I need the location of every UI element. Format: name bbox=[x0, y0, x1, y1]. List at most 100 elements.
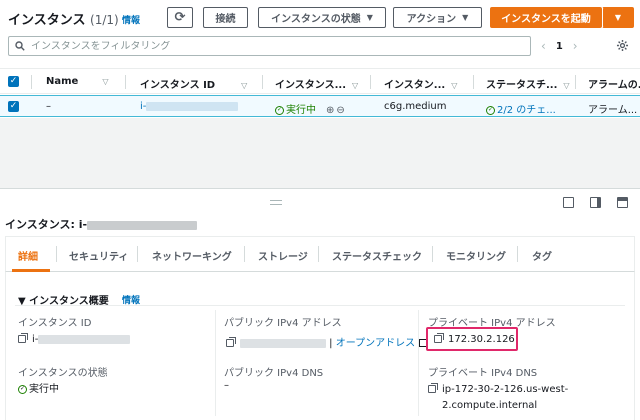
panel-title: インスタンス: i- bbox=[5, 216, 198, 232]
filter-search-box[interactable] bbox=[8, 36, 531, 56]
next-page-button[interactable]: › bbox=[573, 39, 578, 53]
caret-down-icon: ▼ bbox=[614, 13, 622, 22]
page-header: インスタンス (1/1) 情報 ⟳ 接続 インスタンスの状態 ▼ アクション ▼… bbox=[0, 0, 640, 36]
private-ipv4-text: 172.30.2.126 bbox=[448, 334, 515, 345]
sort-icon[interactable]: ▽ bbox=[352, 81, 358, 90]
table-header: ✓ Name ▽ インスタンス ID ▽ インスタンス... ▽ インスタン... ▽ … bbox=[0, 68, 640, 94]
private-dns-line1: ip-172-30-2-126.us-west- bbox=[442, 384, 569, 395]
redacted-value bbox=[38, 334, 131, 344]
tab-divider bbox=[432, 246, 433, 262]
search-icon bbox=[15, 41, 25, 51]
column-header-type[interactable]: インスタン... ▽ bbox=[384, 76, 457, 91]
row-state: ✓ 実行中 ⊕ ⊖ bbox=[275, 101, 345, 116]
tab-storage[interactable]: ストレージ bbox=[258, 248, 308, 263]
check-circle-icon: ✓ bbox=[486, 105, 495, 115]
private-dns-value: ip-172-30-2-126.us-west- bbox=[428, 383, 569, 395]
tab-monitoring[interactable]: モニタリング bbox=[446, 248, 506, 263]
column-divider bbox=[418, 310, 419, 416]
column-divider bbox=[473, 75, 474, 89]
instance-state-value: ✓ 実行中 bbox=[18, 380, 59, 395]
row-instance-type: c6g.medium bbox=[384, 101, 447, 112]
row-instance-id-link[interactable]: i- bbox=[140, 101, 239, 112]
tab-divider bbox=[56, 246, 57, 262]
column-header-instance-id[interactable]: インスタンス ID ▽ bbox=[140, 76, 247, 91]
detail-tabs: 詳細 セキュリティ ネットワーキング ストレージ ステータスチェック モニタリン… bbox=[5, 236, 635, 272]
tab-details[interactable]: 詳細 bbox=[18, 248, 38, 263]
copy-icon[interactable] bbox=[226, 337, 236, 347]
connect-label: 接続 bbox=[215, 14, 236, 25]
launch-instance-dropdown[interactable]: ▼ bbox=[602, 7, 634, 28]
sort-icon[interactable]: ▽ bbox=[451, 81, 457, 90]
open-address-link[interactable]: オープンアドレス bbox=[336, 338, 415, 349]
tab-status-checks[interactable]: ステータスチェック bbox=[332, 248, 422, 263]
column-header-alarm[interactable]: アラームの... bbox=[588, 76, 640, 91]
section-divider bbox=[15, 305, 625, 306]
tab-divider bbox=[137, 246, 138, 262]
copy-icon[interactable] bbox=[434, 333, 444, 343]
page-title: インスタンス (1/1) bbox=[8, 9, 119, 28]
instance-count: (1/1) bbox=[90, 13, 119, 27]
layout-bottom-icon[interactable] bbox=[563, 197, 574, 208]
column-label: インスタンス... bbox=[275, 80, 346, 91]
layout-full-icon[interactable] bbox=[617, 197, 628, 208]
tab-networking[interactable]: ネットワーキング bbox=[152, 248, 232, 263]
gear-icon[interactable] bbox=[616, 39, 629, 52]
column-label: ステータスチ... bbox=[486, 80, 558, 91]
pagination: ‹ 1 › bbox=[541, 38, 578, 54]
column-header-name[interactable]: Name ▽ bbox=[46, 76, 108, 87]
split-divider bbox=[0, 188, 640, 189]
public-dns-label: パブリック IPv4 DNS bbox=[224, 368, 324, 379]
resize-handle[interactable] bbox=[270, 200, 282, 205]
instance-state-dropdown[interactable]: インスタンスの状態 ▼ bbox=[258, 7, 386, 28]
actions-label: アクション bbox=[406, 14, 457, 25]
sort-icon[interactable]: ▽ bbox=[563, 81, 569, 90]
column-divider bbox=[125, 75, 126, 89]
info-link[interactable]: 情報 bbox=[122, 13, 140, 26]
instance-state-field-label: インスタンスの状態 bbox=[18, 368, 108, 379]
column-header-status-check[interactable]: ステータスチ... ▽ bbox=[486, 76, 570, 91]
layout-side-icon[interactable] bbox=[590, 197, 601, 208]
row-checkbox[interactable]: ✓ bbox=[8, 101, 19, 112]
redacted-value bbox=[87, 220, 198, 230]
public-dns-value: – bbox=[224, 380, 229, 391]
copy-icon[interactable] bbox=[428, 383, 438, 393]
refresh-button[interactable]: ⟳ bbox=[167, 7, 193, 28]
instance-state-text: 実行中 bbox=[29, 384, 59, 395]
sort-icon[interactable]: ▽ bbox=[241, 81, 247, 90]
launch-instance-button[interactable]: インスタンスを起動 bbox=[490, 7, 602, 28]
public-ipv4-label: パブリック IPv4 アドレス bbox=[224, 318, 342, 329]
instance-id-label: インスタンス ID bbox=[18, 318, 92, 329]
zoom-in-icon[interactable]: ⊕ bbox=[326, 105, 334, 116]
filter-input[interactable] bbox=[31, 40, 511, 52]
zoom-out-icon[interactable]: ⊖ bbox=[336, 105, 344, 116]
connect-button[interactable]: 接続 bbox=[203, 7, 248, 28]
actions-dropdown[interactable]: アクション ▼ bbox=[393, 7, 482, 28]
launch-instance-label: インスタンスを起動 bbox=[501, 14, 591, 25]
status-check-link[interactable]: 2/2 のチェ... bbox=[497, 105, 556, 116]
redacted-value bbox=[146, 101, 239, 111]
current-page[interactable]: 1 bbox=[556, 41, 563, 52]
check-circle-icon: ✓ bbox=[275, 105, 284, 115]
row-status-check[interactable]: ✓ 2/2 のチェ... bbox=[486, 101, 556, 116]
sort-icon[interactable]: ▽ bbox=[102, 77, 108, 86]
tab-divider bbox=[517, 246, 518, 262]
caret-down-icon: ▼ bbox=[366, 13, 373, 22]
instance-state-label: インスタンスの状態 bbox=[271, 14, 361, 25]
panel-title-text: インスタンス: i- bbox=[5, 218, 88, 231]
row-name: – bbox=[46, 101, 51, 112]
tab-tags[interactable]: タグ bbox=[532, 248, 552, 263]
column-label: インスタンス ID bbox=[140, 80, 216, 91]
table-row[interactable]: ✓ – i- ✓ 実行中 ⊕ ⊖ c6g.medium ✓ 2/2 のチェ... アラー… bbox=[0, 95, 640, 117]
redacted-value bbox=[240, 338, 326, 348]
column-label: Name bbox=[46, 76, 79, 87]
column-header-state[interactable]: インスタンス... ▽ bbox=[275, 76, 358, 91]
copy-icon[interactable] bbox=[18, 333, 28, 343]
column-divider bbox=[215, 310, 216, 416]
tab-security[interactable]: セキュリティ bbox=[69, 248, 128, 263]
tab-divider bbox=[318, 246, 319, 262]
private-dns-label: プライベート IPv4 DNS bbox=[428, 368, 538, 379]
table-empty-area bbox=[0, 118, 640, 188]
select-all-checkbox[interactable]: ✓ bbox=[8, 76, 19, 87]
caret-down-icon: ▼ bbox=[462, 13, 469, 22]
prev-page-button[interactable]: ‹ bbox=[541, 39, 546, 53]
